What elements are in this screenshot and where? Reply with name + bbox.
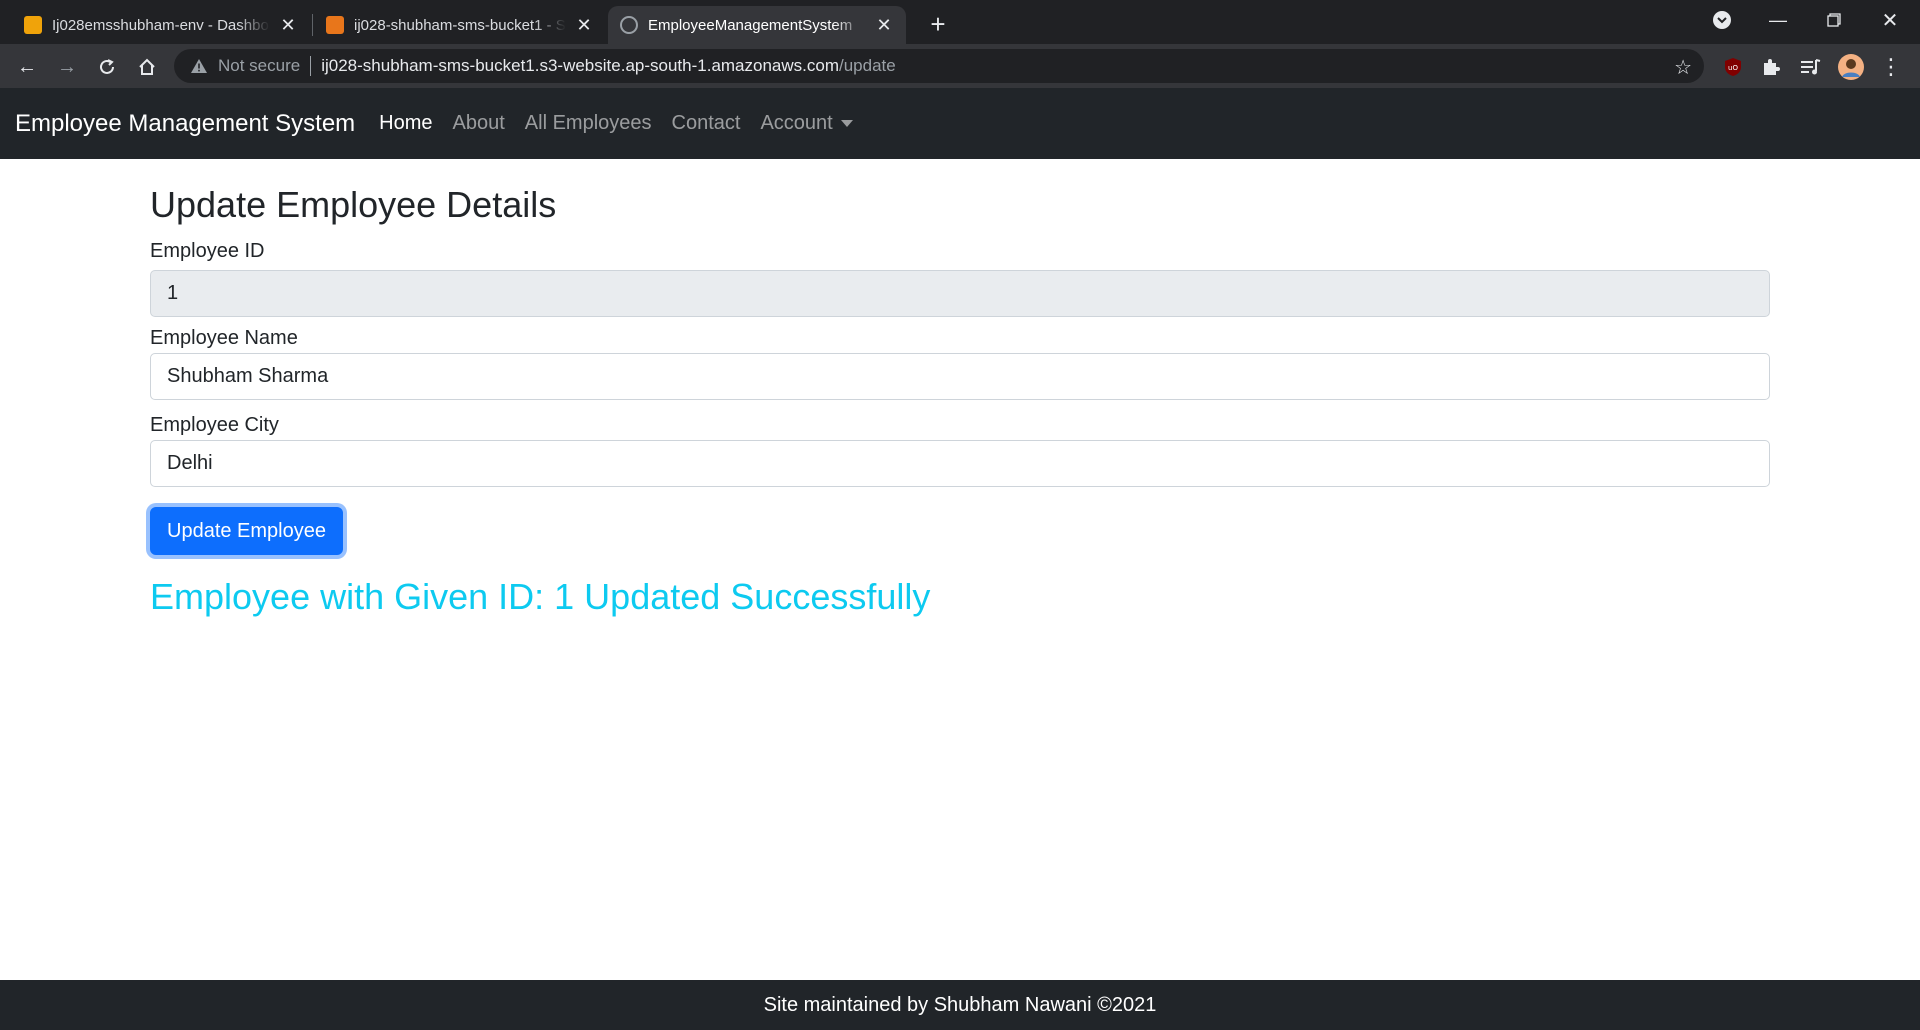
restore-icon[interactable]	[1806, 0, 1862, 40]
employee-name-input[interactable]	[150, 353, 1770, 401]
profile-avatar-icon[interactable]	[1836, 52, 1866, 82]
browser-tab-strip: Ij028emsshubham-env - Dashboard ✕ ij028-…	[0, 0, 1920, 44]
warning-icon[interactable]	[188, 55, 210, 77]
svg-text:uO: uO	[1728, 64, 1738, 72]
update-employee-button[interactable]: Update Employee	[150, 507, 343, 556]
close-window-icon[interactable]: ✕	[1862, 0, 1918, 40]
ublock-extension-icon[interactable]: uO	[1718, 52, 1748, 82]
tab-search-icon[interactable]	[1694, 0, 1750, 40]
nav-about[interactable]: About	[443, 112, 515, 135]
employee-city-label: Employee City	[150, 414, 279, 437]
browser-toolbar: ← → Not secure ij028-shubham-sms-bucket1…	[0, 44, 1920, 88]
new-tab-button[interactable]: +	[922, 8, 954, 40]
home-icon[interactable]	[132, 52, 162, 82]
close-icon[interactable]: ✕	[278, 15, 298, 35]
bookmark-star-icon[interactable]: ☆	[1674, 55, 1692, 80]
url-path: /update	[839, 56, 896, 75]
nav-contact[interactable]: Contact	[662, 112, 751, 135]
site-navbar: Employee Management System Home About Al…	[0, 88, 1920, 159]
s3-cube-icon	[326, 16, 344, 34]
navbar-brand[interactable]: Employee Management System	[15, 110, 355, 138]
reload-icon[interactable]	[92, 52, 122, 82]
forward-icon[interactable]: →	[52, 52, 82, 82]
browser-tab-dashboard[interactable]: Ij028emsshubham-env - Dashboard ✕	[12, 6, 310, 44]
close-icon[interactable]: ✕	[574, 15, 594, 35]
page-title: Update Employee Details	[150, 184, 557, 225]
address-divider	[310, 56, 312, 76]
success-message: Employee with Given ID: 1 Updated Succes…	[150, 576, 931, 618]
url-host: ij028-shubham-sms-bucket1.s3-website.ap-…	[321, 56, 839, 75]
nav-all-employees[interactable]: All Employees	[515, 112, 662, 135]
aws-box-icon	[24, 16, 42, 34]
browser-tab-s3[interactable]: ij028-shubham-sms-bucket1 - S3 bucket ✕	[314, 6, 606, 44]
address-bar[interactable]: Not secure ij028-shubham-sms-bucket1.s3-…	[174, 49, 1704, 83]
security-label: Not secure	[218, 56, 301, 75]
close-icon[interactable]: ✕	[874, 15, 894, 35]
employee-name-label: Employee Name	[150, 327, 298, 350]
nav-account-label: Account	[760, 112, 833, 134]
nav-home[interactable]: Home	[369, 112, 442, 135]
globe-icon	[620, 16, 638, 34]
tab-title: Ij028emsshubham-env - Dashboard	[52, 16, 270, 34]
main-content: Update Employee Details Employee ID Empl…	[150, 159, 1770, 618]
nav-account-dropdown[interactable]: Account	[750, 112, 862, 135]
menu-kebab-icon[interactable]: ⋮	[1876, 52, 1906, 82]
employee-id-label: Employee ID	[150, 240, 265, 263]
employee-id-input[interactable]	[150, 270, 1770, 318]
tab-title: ij028-shubham-sms-bucket1 - S3 bucket	[354, 16, 566, 34]
footer-text: Site maintained by Shubham Nawani ©2021	[763, 993, 1157, 1016]
extensions-puzzle-icon[interactable]	[1756, 52, 1786, 82]
tab-title: EmployeeManagementSystem	[648, 16, 853, 34]
site-footer: Site maintained by Shubham Nawani ©2021	[0, 980, 1920, 1030]
browser-tab-ems[interactable]: EmployeeManagementSystem ✕	[608, 6, 906, 44]
back-icon[interactable]: ←	[12, 52, 42, 82]
caret-down-icon	[840, 120, 853, 128]
tab-divider	[312, 14, 313, 36]
employee-city-input[interactable]	[150, 440, 1770, 488]
minimize-icon[interactable]: —	[1750, 0, 1806, 40]
media-control-icon[interactable]	[1796, 52, 1826, 82]
